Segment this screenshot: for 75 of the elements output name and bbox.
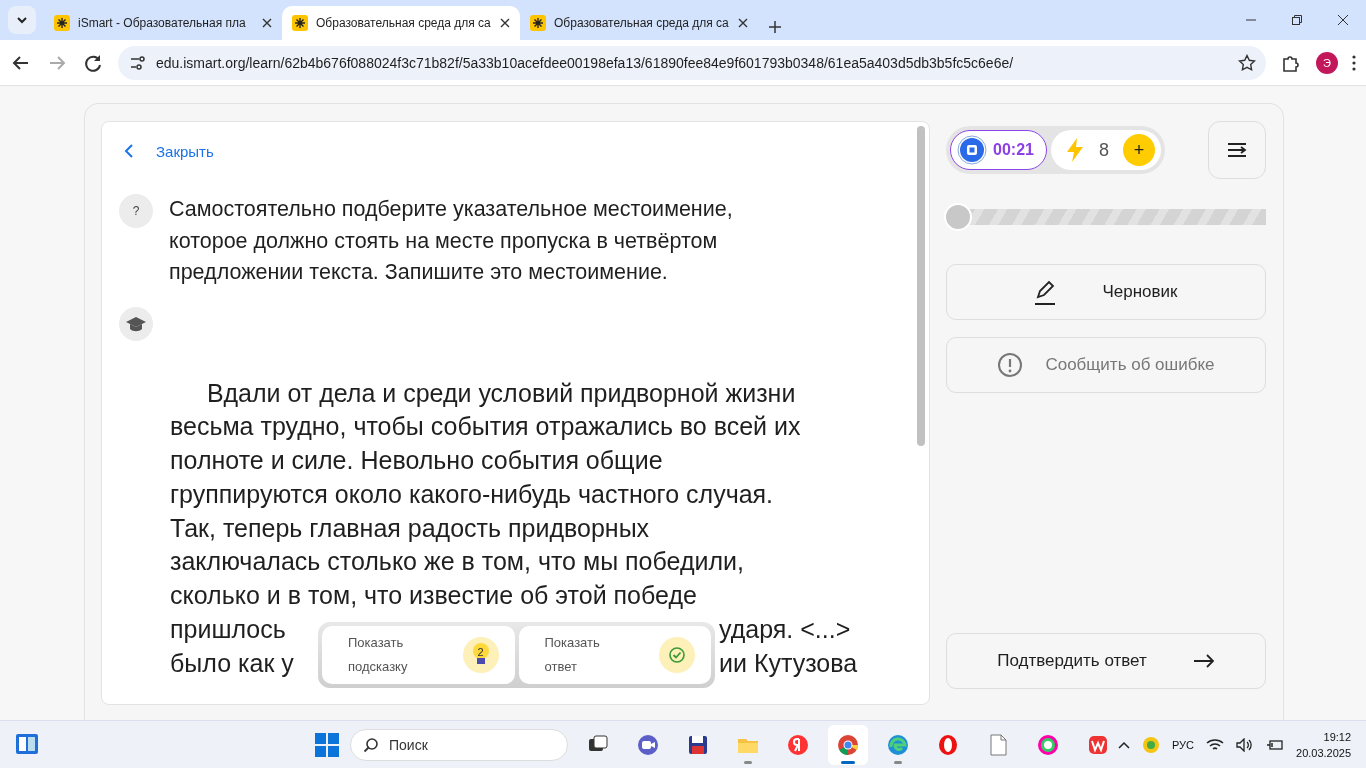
arrow-right-icon — [1192, 653, 1215, 669]
globe-icon[interactable] — [1142, 736, 1160, 754]
lightbulb-icon — [470, 641, 491, 667]
wifi-icon[interactable] — [1206, 738, 1225, 752]
progress-thumb[interactable] — [944, 203, 972, 231]
app-icon — [1036, 733, 1060, 757]
report-error-button[interactable]: Сообщить об ошибке — [946, 337, 1266, 393]
app-icon — [686, 733, 710, 757]
app-icon — [836, 733, 860, 757]
address-bar[interactable]: edu.ismart.org/learn/62b4b676f088024f3c71b82f/5a33b10acefdee00198efa13/61890fee84e9f601793b0348/61ea5a403d5db3b5fc5c6e6e/ — [118, 45, 1266, 80]
passage-text: весьма трудно, чтобы события отражались во всей их — [170, 411, 801, 443]
check-icon — [659, 637, 695, 673]
close-icon[interactable] — [500, 18, 510, 28]
browser-tab[interactable]: iSmart - Образовательная пла — [44, 6, 282, 40]
app-icon — [636, 733, 660, 757]
question-icon: ? — [119, 194, 153, 228]
app-icon — [1086, 733, 1110, 757]
logo-icon — [292, 15, 308, 31]
close-icon[interactable] — [738, 18, 748, 28]
language-indicator[interactable]: РУС — [1172, 739, 1195, 751]
app-icon — [936, 733, 960, 757]
passage-text: ударя. <...> — [719, 614, 851, 646]
chevron-down-icon — [16, 14, 28, 26]
passage-text: пришлось — [170, 614, 286, 646]
close-link[interactable]: Закрыть — [156, 142, 214, 160]
windows-start-icon[interactable] — [314, 732, 340, 758]
energy-counter: 8 + — [1050, 130, 1161, 170]
menu-button[interactable] — [1208, 121, 1266, 179]
question-text: Самостоятельно подберите указательное местоимение, которое должно стоять на месте пропуска в четвёртом предложении текста. Запишите это местоимение. — [169, 196, 734, 286]
passage-text: сколько и в том, что известие об этой победе — [170, 580, 697, 612]
speaker-icon[interactable] — [1236, 738, 1255, 752]
app-icon — [786, 733, 810, 757]
logo-icon — [530, 15, 546, 31]
tab-list-button[interactable] — [8, 6, 36, 34]
timer[interactable]: 00:21 — [950, 130, 1047, 170]
site-settings-icon[interactable] — [128, 53, 146, 72]
hint-count: 2 — [477, 645, 484, 660]
pencil-icon — [1034, 278, 1057, 306]
draft-button[interactable]: Черновик — [946, 264, 1266, 320]
passage-text: было как у — [170, 647, 294, 679]
exclamation-icon — [997, 352, 1024, 378]
submit-answer-button[interactable]: Подтвердить ответ — [946, 633, 1266, 689]
more-icon[interactable] — [1352, 54, 1356, 71]
add-energy-button[interactable]: + — [1122, 134, 1155, 166]
passage-text: Вдали от дела и среди условий придворной жизни — [206, 377, 796, 409]
graduation-cap-icon — [119, 306, 153, 341]
passage-text: ии Кутузова — [719, 647, 858, 679]
show-answer-button[interactable]: Показать ответ — [518, 626, 711, 684]
widgets-icon[interactable] — [14, 731, 40, 757]
passage-text: группируются около какого-нибудь частного случая. — [170, 478, 774, 510]
search-icon — [363, 737, 379, 753]
passage-text: полноте и силе. Невольно события общие — [170, 445, 663, 477]
app-icon — [886, 733, 910, 757]
taskbar-app[interactable] — [828, 725, 868, 765]
profile-avatar[interactable]: Э — [1316, 51, 1338, 74]
clock-time[interactable]: 19:12 — [1296, 729, 1352, 745]
passage-text: заключалась столько же в том, что мы победили, — [170, 546, 744, 578]
stop-icon[interactable] — [957, 135, 987, 165]
browser-tab[interactable]: Образовательная среда для са — [520, 6, 758, 40]
chevron-up-icon[interactable] — [1118, 741, 1130, 749]
menu-icon — [1227, 142, 1247, 158]
passage-text: Так, теперь главная радость придворных — [170, 512, 650, 544]
search-field[interactable]: Поиск — [350, 729, 568, 761]
close-icon[interactable] — [262, 18, 272, 28]
restore-icon[interactable] — [1292, 15, 1302, 25]
show-hint-button[interactable]: Показать подсказку 2 — [322, 626, 515, 684]
new-tab-icon[interactable] — [768, 20, 782, 34]
star-icon[interactable] — [1238, 53, 1256, 72]
scrollbar[interactable] — [917, 126, 925, 446]
close-icon[interactable] — [1338, 15, 1348, 25]
logo-icon — [54, 15, 70, 31]
battery-icon[interactable] — [1266, 738, 1285, 752]
browser-tab[interactable]: Образовательная среда для са — [282, 6, 520, 40]
clock-date[interactable]: 20.03.2025 — [1296, 745, 1352, 761]
lightning-icon — [1064, 137, 1085, 163]
